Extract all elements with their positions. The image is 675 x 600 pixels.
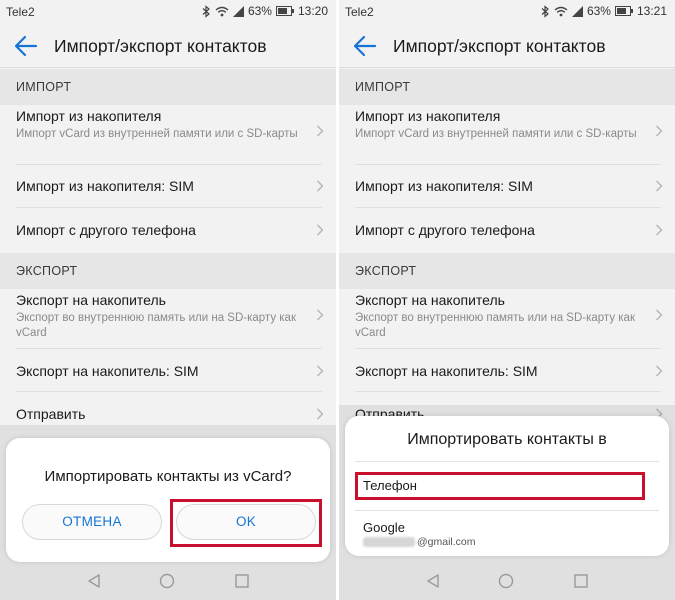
- chevron-right-icon: [655, 309, 663, 321]
- list-item-title: Экспорт на накопитель: SIM: [16, 363, 199, 379]
- page-title: Импорт/экспорт контактов: [54, 36, 267, 56]
- wifi-icon: [215, 6, 229, 16]
- dialog-title: Импортировать контакты в: [407, 431, 607, 448]
- chevron-right-icon: [316, 309, 324, 321]
- carrier-name: Tele2: [6, 5, 35, 19]
- bluetooth-icon: [202, 4, 210, 18]
- list-item-export-sim[interactable]: Экспорт на накопитель: SIM: [0, 349, 336, 391]
- list-item-import-phone[interactable]: Импорт с другого телефона: [0, 208, 336, 252]
- chevron-right-icon: [655, 224, 663, 236]
- nav-recent-icon[interactable]: [574, 574, 588, 588]
- chevron-right-icon: [655, 180, 663, 192]
- list-item-title: Импорт из накопителя: [16, 108, 162, 124]
- back-arrow-icon[interactable]: [14, 35, 38, 57]
- nav-home-icon[interactable]: [498, 573, 514, 589]
- page-title: Импорт/экспорт контактов: [393, 36, 606, 56]
- list-item-title: Импорт с другого телефона: [16, 222, 196, 238]
- chevron-right-icon: [316, 365, 324, 377]
- clock: 13:20: [297, 4, 328, 18]
- list-item-title: Экспорт на накопитель: [16, 292, 166, 308]
- chevron-right-icon: [316, 408, 324, 420]
- carrier-name: Tele2: [345, 5, 374, 19]
- battery-icon: [275, 6, 294, 16]
- section-header-import: ИМПОРТ: [0, 69, 336, 105]
- battery-icon: [614, 6, 633, 16]
- list-item-import-phone[interactable]: Импорт с другого телефона: [339, 208, 675, 252]
- section-header-import: ИМПОРТ: [339, 69, 675, 105]
- list-item-import-storage[interactable]: Импорт из накопителя Импорт vCard из вну…: [0, 105, 336, 164]
- battery-percent: 63%: [586, 4, 611, 18]
- chevron-right-icon: [316, 224, 324, 236]
- nav-back-icon[interactable]: [425, 573, 441, 589]
- list-item-export-storage[interactable]: Экспорт на накопитель Экспорт во внутрен…: [339, 289, 675, 348]
- phone-screen-left: Tele2 63% 13:20 Импорт/экспорт контактов…: [0, 0, 336, 600]
- status-icons: 63% 13:21: [541, 4, 667, 18]
- highlight-box: [355, 472, 645, 500]
- section-header-export: ЭКСПОРТ: [339, 253, 675, 289]
- status-bar: Tele2 63% 13:21: [339, 0, 675, 24]
- list-item-title: Импорт из накопителя: SIM: [355, 178, 533, 194]
- list-item-title: Импорт из накопителя: [355, 108, 501, 124]
- chevron-right-icon: [655, 125, 663, 137]
- app-bar: Импорт/экспорт контактов: [0, 24, 336, 68]
- list-item-export-storage[interactable]: Экспорт на накопитель Экспорт во внутрен…: [0, 289, 336, 348]
- bluetooth-icon: [541, 4, 549, 18]
- google-account-email: @gmail.com: [417, 536, 476, 548]
- navigation-bar: [339, 562, 675, 600]
- nav-recent-icon[interactable]: [235, 574, 249, 588]
- list-item-subtitle: Импорт vCard из внутренней памяти или с …: [16, 128, 298, 140]
- list-item-title: Отправить: [16, 406, 86, 422]
- dialog-question: Импортировать контакты из vCard?: [44, 468, 292, 485]
- blurred-email-user: [363, 537, 415, 547]
- chevron-right-icon: [316, 125, 324, 137]
- chevron-right-icon: [655, 365, 663, 377]
- list-item-title: Импорт с другого телефона: [355, 222, 535, 238]
- confirm-import-dialog: Импортировать контакты из vCard? ОТМЕНА …: [6, 438, 330, 562]
- status-bar: Tele2 63% 13:20: [0, 0, 336, 24]
- section-header-export: ЭКСПОРТ: [0, 253, 336, 289]
- list-item-subtitle: Экспорт во внутреннюю память или на SD-к…: [355, 312, 635, 339]
- nav-back-icon[interactable]: [86, 573, 102, 589]
- battery-percent: 63%: [247, 4, 272, 18]
- status-icons: 63% 13:20: [202, 4, 328, 18]
- signal-icon: [571, 5, 583, 17]
- wifi-icon: [554, 6, 568, 16]
- list-item-export-sim[interactable]: Экспорт на накопитель: SIM: [339, 349, 675, 391]
- highlight-box: [170, 499, 322, 547]
- clock: 13:21: [636, 4, 667, 18]
- phone-screen-right: Tele2 63% 13:21 Импорт/экспорт контактов…: [339, 0, 675, 600]
- divider: [355, 510, 659, 511]
- signal-icon: [232, 5, 244, 17]
- list-item-import-sim[interactable]: Импорт из накопителя: SIM: [0, 165, 336, 207]
- back-arrow-icon[interactable]: [353, 35, 377, 57]
- list-item-subtitle: Импорт vCard из внутренней памяти или с …: [355, 128, 637, 140]
- navigation-bar: [0, 562, 336, 600]
- option-google[interactable]: Google: [363, 520, 405, 535]
- nav-home-icon[interactable]: [159, 573, 175, 589]
- chevron-right-icon: [316, 180, 324, 192]
- app-bar: Импорт/экспорт контактов: [339, 24, 675, 68]
- import-target-dialog: Импортировать контакты в Телефон Google …: [345, 416, 669, 556]
- list-item-title: Импорт из накопителя: SIM: [16, 178, 194, 194]
- divider: [355, 461, 659, 462]
- list-item-title: Экспорт на накопитель: [355, 292, 505, 308]
- list-item-subtitle: Экспорт во внутреннюю память или на SD-к…: [16, 312, 296, 339]
- list-item-import-storage[interactable]: Импорт из накопителя Импорт vCard из вну…: [339, 105, 675, 164]
- cancel-button[interactable]: ОТМЕНА: [22, 504, 162, 540]
- list-item-import-sim[interactable]: Импорт из накопителя: SIM: [339, 165, 675, 207]
- list-item-title: Экспорт на накопитель: SIM: [355, 363, 538, 379]
